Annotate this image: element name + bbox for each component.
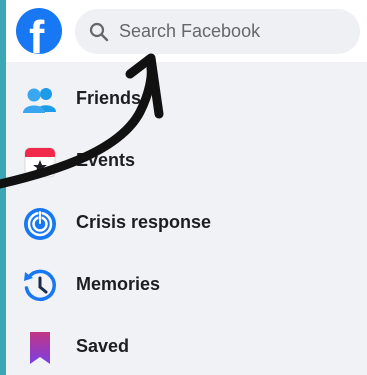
- menu-item-saved[interactable]: Saved: [6, 316, 367, 375]
- facebook-logo-letter: f: [29, 11, 45, 54]
- menu-item-friends[interactable]: Friends: [6, 68, 367, 130]
- app-frame: f Friends Events: [6, 0, 367, 375]
- search-input[interactable]: [119, 21, 349, 42]
- menu-item-memories[interactable]: Memories: [6, 254, 367, 316]
- menu-item-events[interactable]: Events: [6, 130, 367, 192]
- menu-item-crisis-response[interactable]: Crisis response: [6, 192, 367, 254]
- search-icon: [89, 22, 109, 41]
- menu-item-label: Memories: [76, 274, 161, 294]
- menu-item-label: Events: [76, 150, 136, 170]
- bookmark-icon: [30, 332, 50, 364]
- memories-clock-icon: [24, 269, 56, 302]
- search-bar[interactable]: [75, 9, 360, 54]
- top-bar: f: [6, 0, 367, 62]
- friends-icon: [23, 88, 56, 113]
- menu-item-label: Friends: [76, 88, 142, 108]
- crisis-response-icon: [24, 208, 56, 240]
- menu-item-label: Crisis response: [76, 212, 212, 232]
- facebook-logo[interactable]: f: [16, 8, 62, 54]
- calendar-star-icon: [24, 147, 56, 178]
- menu-item-label: Saved: [76, 336, 130, 356]
- shortcut-menu: Friends Events Crisis response Memories …: [6, 68, 367, 375]
